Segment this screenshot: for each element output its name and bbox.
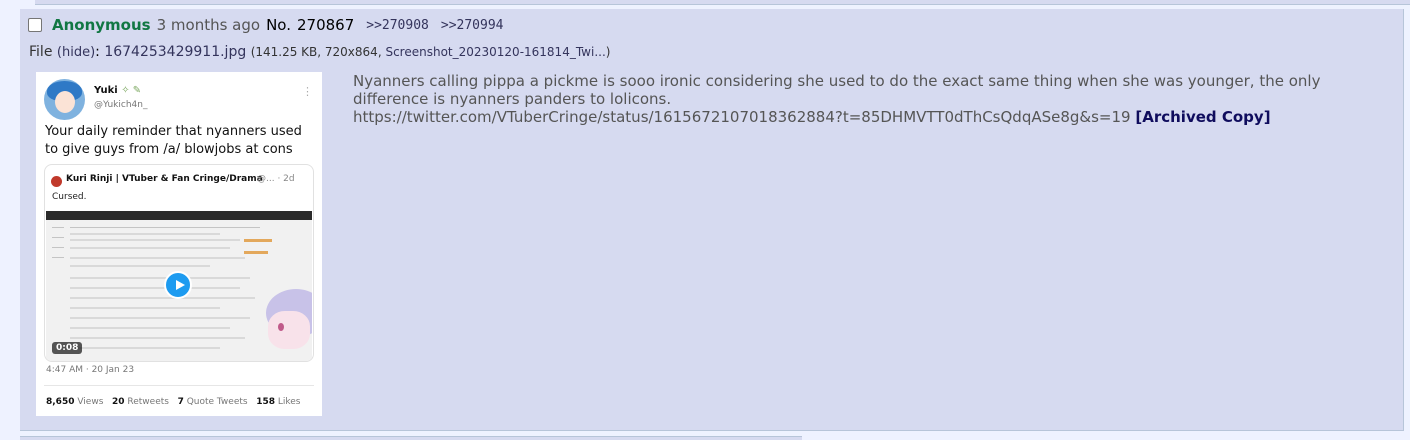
previous-post-edge <box>35 0 1410 5</box>
tweet-display-name: Yuki ✧ ✎ <box>94 85 142 96</box>
file-meta: (141.25 KB, 720x864, Screenshot_20230120… <box>251 45 611 59</box>
tweet-stats: 8,650 Views 20 Retweets 7 Quote Tweets 1… <box>46 397 301 407</box>
more-options-icon: ⋮ <box>302 85 313 98</box>
quoted-display-name: Kuri Rinji | VTuber & Fan Cringe/Drama <box>66 174 263 184</box>
post-comment: Nyanners calling pippa a pickme is sooo … <box>353 72 1353 126</box>
quoted-meta: @... · 2d <box>257 174 295 184</box>
retweets-count: 20 <box>111 397 125 407</box>
play-icon <box>164 271 192 299</box>
file-name-link[interactable]: 1674253429911.jpg <box>104 44 246 60</box>
next-post-edge <box>20 436 802 440</box>
hide-image-link[interactable]: (hide) <box>57 45 95 60</box>
video-duration: 0:08 <box>52 342 83 354</box>
archived-copy-link[interactable]: [Archived Copy] <box>1135 108 1270 126</box>
views-count: 8,650 <box>46 397 75 407</box>
tweet-url: https://twitter.com/VTuberCringe/status/… <box>353 108 1131 126</box>
reply-link[interactable]: >>270994 <box>441 18 504 33</box>
tweet-handle: @Yukich4n_ <box>94 100 148 110</box>
file-label: File <box>29 44 53 60</box>
views-label: Views <box>77 397 104 407</box>
likes-count: 158 <box>256 397 275 407</box>
tweet-avatar <box>44 79 85 120</box>
comment-link-line: https://twitter.com/VTuberCringe/status/… <box>353 108 1353 126</box>
tweet-divider <box>44 385 314 386</box>
post-select-checkbox[interactable] <box>28 18 42 32</box>
quoted-avatar <box>51 176 62 187</box>
file-meta-close: ) <box>605 45 611 59</box>
reply-link[interactable]: >>270908 <box>366 18 429 33</box>
quoted-text: Cursed. <box>52 192 87 202</box>
quotes-count: 7 <box>177 397 184 407</box>
post-header: Anonymous 3 months ago No. 270867 >>2709… <box>28 15 504 35</box>
image-thumbnail[interactable]: Yuki ✧ ✎ @Yukich4n_ ⋮ Your daily reminde… <box>36 72 322 416</box>
post-time: 3 months ago <box>156 16 261 34</box>
quoted-tweet: Kuri Rinji | VTuber & Fan Cringe/Drama @… <box>44 164 314 362</box>
file-colon: : <box>95 44 100 60</box>
file-size-dims: (141.25 KB, 720x864, <box>250 45 386 59</box>
post-number[interactable]: 270867 <box>297 16 354 34</box>
quotes-label: Quote Tweets <box>186 397 248 407</box>
tweet-date: 4:47 AM · 20 Jan 23 <box>46 365 135 375</box>
poster-name: Anonymous <box>52 16 151 34</box>
original-file-name: Screenshot_20230120-161814_Twi... <box>385 45 606 59</box>
tweet-text: Your daily reminder that nyanners used t… <box>45 124 302 157</box>
comment-text: Nyanners calling pippa a pickme is sooo … <box>353 72 1321 108</box>
likes-label: Likes <box>277 397 301 407</box>
file-info: File (hide): 1674253429911.jpg (141.25 K… <box>29 44 610 60</box>
name-decoration: ✧ ✎ <box>121 85 142 96</box>
retweets-label: Retweets <box>127 397 169 407</box>
post-container: Anonymous 3 months ago No. 270867 >>2709… <box>20 9 1404 431</box>
video-preview: 0:08 <box>46 211 312 361</box>
post-number-label[interactable]: No. <box>266 16 291 34</box>
